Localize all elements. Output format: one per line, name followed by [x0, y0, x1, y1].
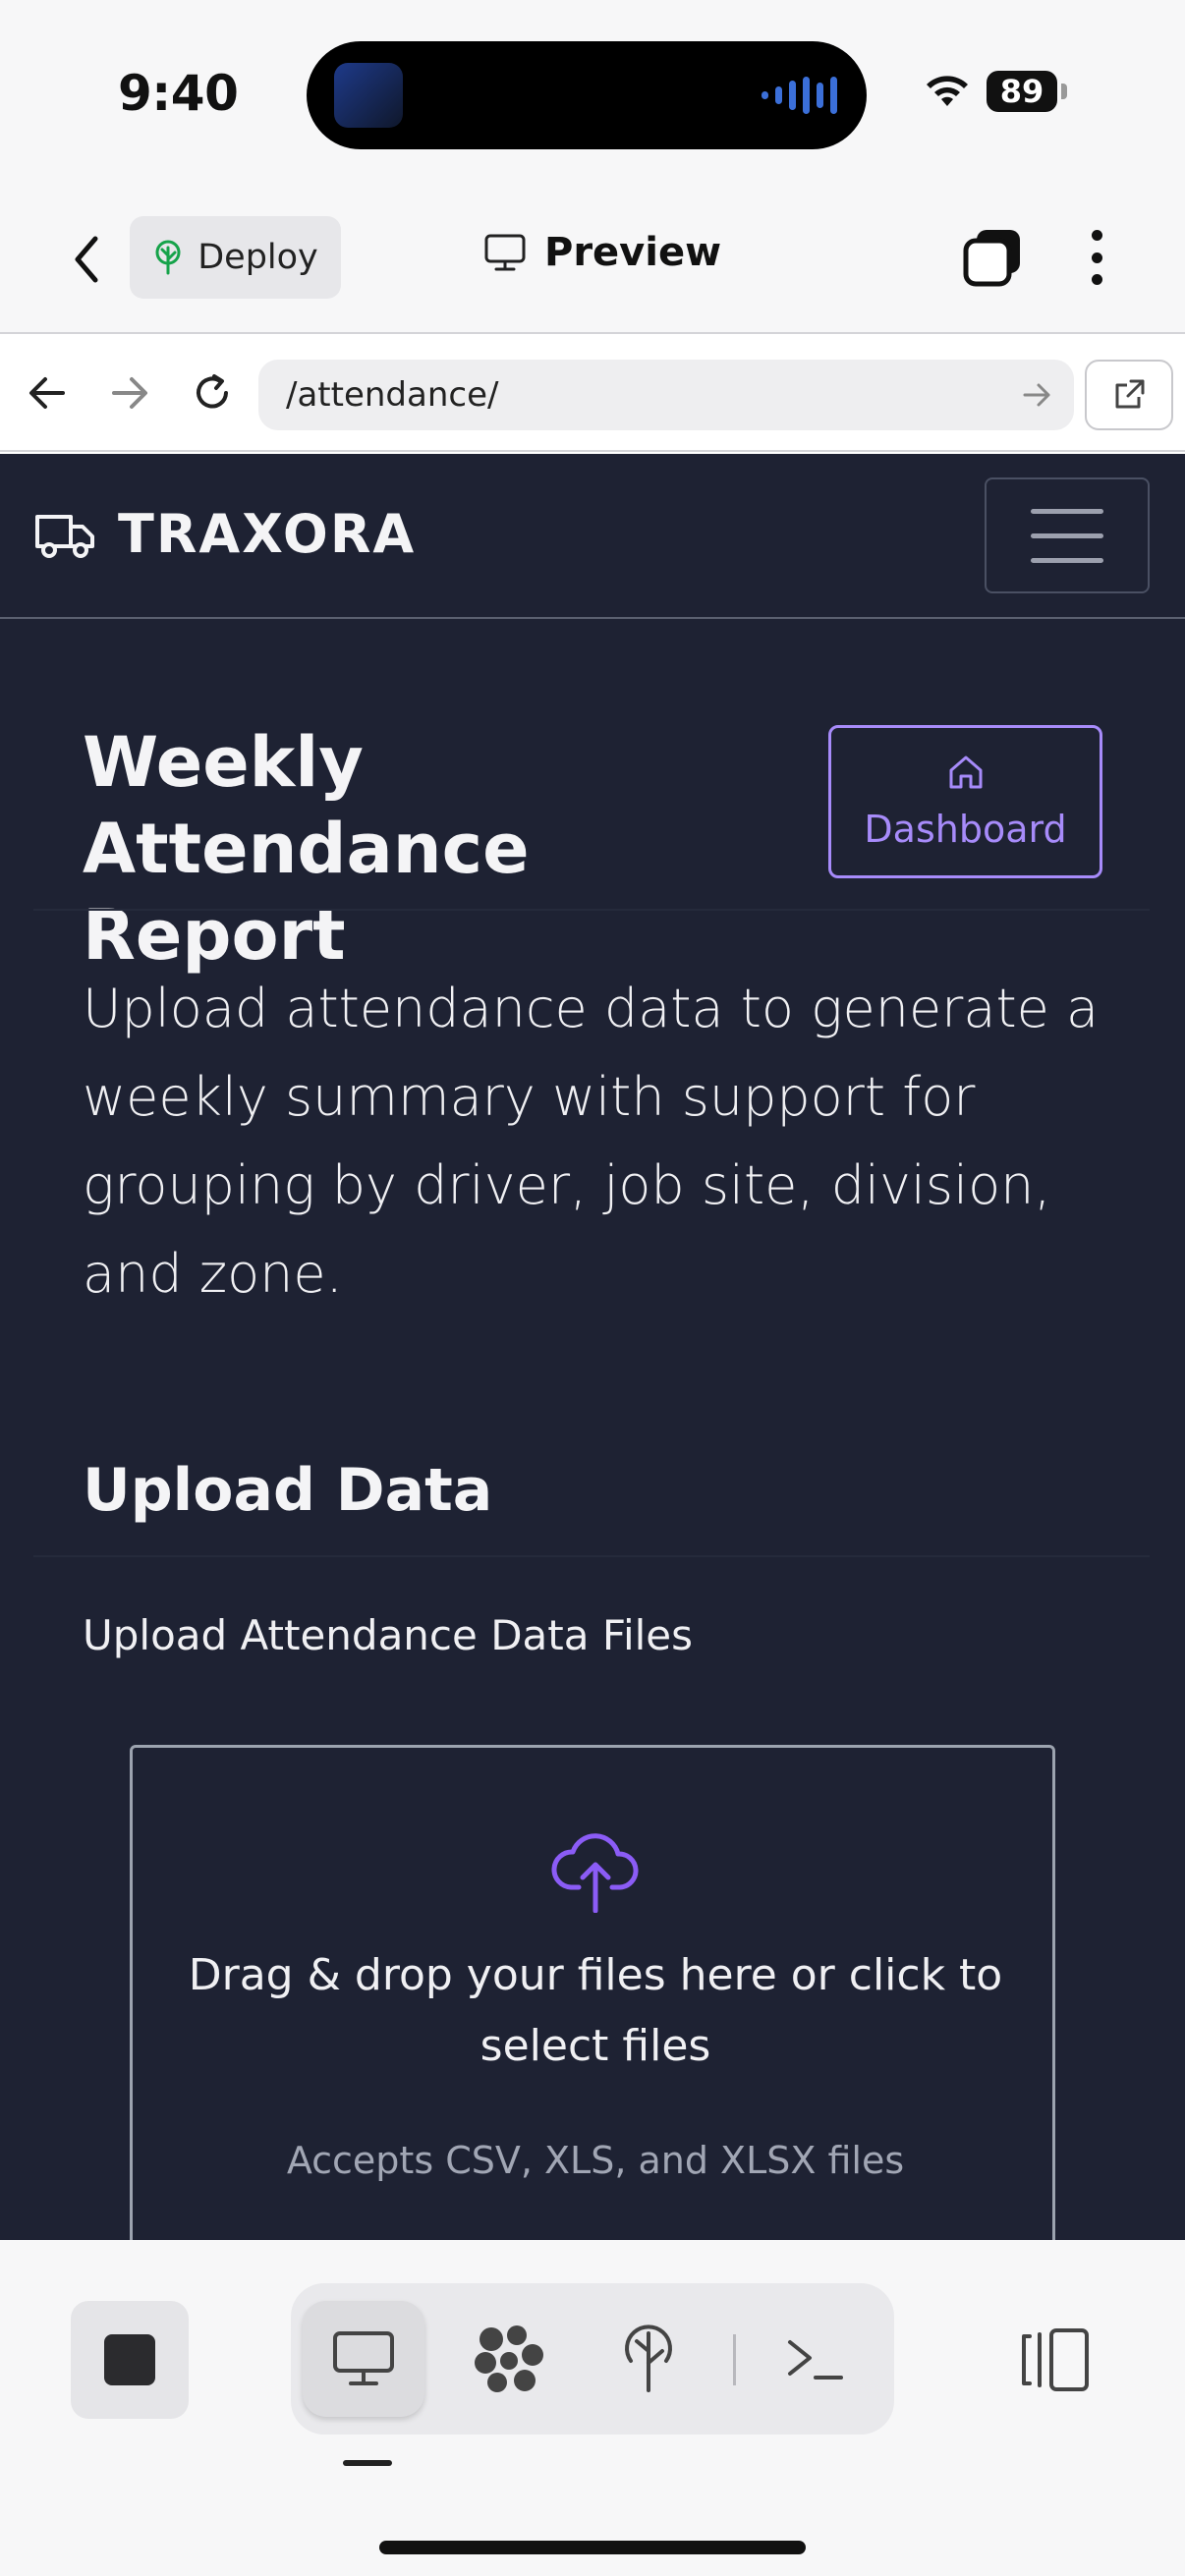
- view-switcher: [291, 2283, 894, 2435]
- terminal-icon: [788, 2340, 843, 2380]
- more-vertical-icon[interactable]: [1079, 226, 1114, 289]
- arrow-left-icon: [29, 377, 65, 409]
- segment-separator: [733, 2334, 736, 2385]
- arrow-go-icon[interactable]: [1017, 375, 1056, 415]
- home-indicator: [379, 2541, 806, 2554]
- reload-button[interactable]: [183, 364, 242, 422]
- arrow-right-icon: [112, 377, 147, 409]
- browser-forward-button[interactable]: [100, 364, 159, 422]
- dynamic-island: [307, 41, 867, 149]
- browser-bar: /attendance/: [0, 334, 1185, 452]
- dashboard-button[interactable]: Dashboard: [828, 725, 1102, 878]
- section-title: Upload Data: [83, 1456, 493, 1525]
- file-dropzone[interactable]: Drag & drop your files here or click to …: [130, 1745, 1055, 2240]
- status-time: 9:40: [118, 65, 239, 122]
- hamburger-icon[interactable]: [985, 477, 1150, 593]
- header-divider: [33, 909, 1150, 911]
- app-bar: Deploy Preview: [0, 187, 1185, 334]
- browser-back-button[interactable]: [18, 364, 77, 422]
- now-playing-artwork: [334, 63, 403, 128]
- brand[interactable]: TRAXORA: [33, 503, 416, 565]
- open-external-button[interactable]: [1085, 360, 1173, 430]
- nodes-icon: [475, 2325, 543, 2392]
- external-link-icon: [1115, 379, 1145, 409]
- page-title: Weekly Attendance Report: [83, 722, 530, 976]
- brand-name: TRAXORA: [118, 503, 417, 565]
- console-tab[interactable]: [755, 2301, 876, 2417]
- stop-button[interactable]: [71, 2301, 189, 2419]
- bottom-toolbar: [0, 2240, 1185, 2576]
- nodes-tab[interactable]: [448, 2301, 570, 2417]
- page-description: Upload attendance data to generate a wee…: [83, 978, 1100, 1305]
- monitor-icon: [484, 234, 526, 271]
- status-indicators: 89: [924, 71, 1067, 112]
- back-button[interactable]: [59, 228, 114, 291]
- status-bar: 9:40 89: [0, 0, 1185, 187]
- upload-field-label: Upload Attendance Data Files: [83, 1611, 693, 1659]
- tabs-icon[interactable]: [961, 226, 1024, 289]
- audio-waveform-icon: [762, 71, 837, 120]
- dashboard-label: Dashboard: [864, 808, 1067, 851]
- url-field[interactable]: /attendance/: [258, 360, 1074, 430]
- site-navbar: TRAXORA: [0, 454, 1185, 619]
- reload-icon: [197, 374, 228, 409]
- deploy-label: Deploy: [198, 238, 318, 277]
- dropzone-instructions: Drag & drop your files here or click to …: [188, 1950, 1003, 2071]
- home-icon: [949, 756, 982, 789]
- url-text: /attendance/: [286, 375, 499, 415]
- wifi-icon: [927, 76, 968, 106]
- deploy-tab[interactable]: [588, 2301, 709, 2417]
- deploy-button[interactable]: Deploy: [130, 216, 341, 299]
- stop-icon: [104, 2334, 155, 2385]
- web-content: TRAXORA Weekly Attendance Report Dashboa…: [0, 454, 1185, 2240]
- monitor-icon: [333, 2331, 394, 2385]
- section-divider: [33, 1555, 1150, 1557]
- truck-icon: [35, 514, 94, 558]
- deploy-tree-icon: [625, 2324, 672, 2392]
- battery-indicator: 89: [987, 71, 1057, 112]
- tree-icon: [155, 240, 181, 275]
- preview-tab[interactable]: [303, 2301, 424, 2417]
- battery-nub: [1061, 84, 1067, 99]
- panel-icon[interactable]: [1016, 2323, 1093, 2397]
- preview-title: Preview: [483, 230, 721, 275]
- cloud-upload-icon: [551, 1833, 639, 1913]
- back-chevron-icon: [75, 236, 98, 283]
- dropzone-accepted-types: Accepts CSV, XLS, and XLSX files: [286, 2139, 905, 2182]
- preview-title-label: Preview: [544, 230, 722, 275]
- active-tab-indicator: [343, 2460, 392, 2466]
